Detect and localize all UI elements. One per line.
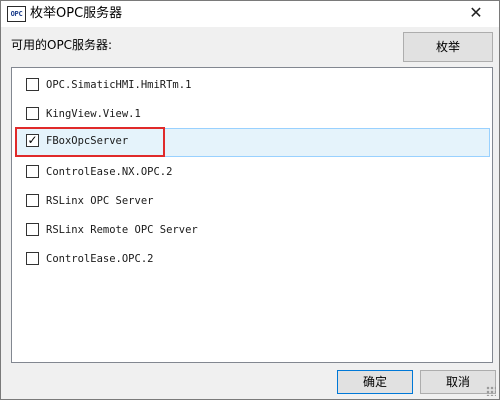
list-item[interactable]: OPC.SimaticHMI.HmiRTm.1 (16, 72, 490, 98)
server-name: ControlEase.OPC.2 (46, 253, 154, 265)
checkbox[interactable] (26, 78, 39, 91)
ok-button[interactable]: 确定 (337, 370, 413, 394)
server-listbox[interactable]: OPC.SimaticHMI.HmiRTm.1 KingView.View.1 … (11, 67, 493, 363)
server-name: OPC.SimaticHMI.HmiRTm.1 (46, 79, 192, 91)
checkbox[interactable] (26, 252, 39, 265)
list-item[interactable]: ControlEase.NX.OPC.2 (16, 159, 490, 185)
server-name: KingView.View.1 (46, 108, 141, 120)
list-item[interactable]: KingView.View.1 (16, 101, 490, 127)
window-title: 枚举OPC服务器 (30, 6, 123, 21)
checkbox[interactable] (26, 194, 39, 207)
highlight-box (15, 127, 165, 157)
close-button[interactable]: ✕ (453, 1, 499, 27)
checkbox[interactable] (26, 107, 39, 120)
cancel-button[interactable]: 取消 (420, 370, 496, 394)
list-item[interactable]: ControlEase.OPC.2 (16, 246, 490, 272)
checkbox[interactable] (26, 223, 39, 236)
server-name: ControlEase.NX.OPC.2 (46, 166, 173, 178)
checkbox[interactable] (26, 165, 39, 178)
dialog-window: OPC 枚举OPC服务器 ✕ 可用的OPC服务器: 枚举 OPC.Simatic… (0, 0, 500, 400)
title-bar: OPC 枚举OPC服务器 ✕ (1, 1, 499, 27)
server-list-label: 可用的OPC服务器: (11, 38, 113, 52)
list-item[interactable]: RSLinx OPC Server (16, 188, 490, 214)
server-name: RSLinx Remote OPC Server (46, 224, 198, 236)
list-item[interactable]: RSLinx Remote OPC Server (16, 217, 490, 243)
enumerate-button[interactable]: 枚举 (403, 32, 493, 62)
resize-grip-icon[interactable] (486, 386, 496, 396)
opc-app-icon: OPC (7, 6, 26, 22)
server-name: RSLinx OPC Server (46, 195, 154, 207)
